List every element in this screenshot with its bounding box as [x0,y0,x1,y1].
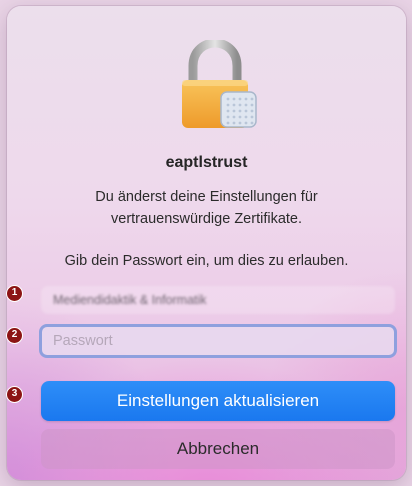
password-hint: Gib dein Passwort ein, um dies zu erlaub… [64,253,349,269]
username-field[interactable]: Mediendidaktik & Informatik [41,286,395,314]
message-line-1: Du änderst deine Einstellungen für [95,189,318,205]
step-badge-3: 3 [6,386,23,403]
padlock-certificate-icon [179,40,259,132]
step-badge-2: 2 [6,327,23,344]
password-field[interactable] [39,324,397,358]
update-settings-button[interactable]: Einstellungen aktualisieren [41,381,395,421]
dialog-title: eaptlstrust [165,154,248,171]
message-line-2: vertrauenswürdige Zertifikate. [111,211,302,227]
auth-dialog: eaptlstrust Du änderst deine Einstellung… [7,6,406,480]
cancel-button[interactable]: Abbrechen [41,429,395,469]
dialog-message: Du änderst deine Einstellungen für vertr… [7,186,406,230]
step-badge-1: 1 [6,285,23,302]
